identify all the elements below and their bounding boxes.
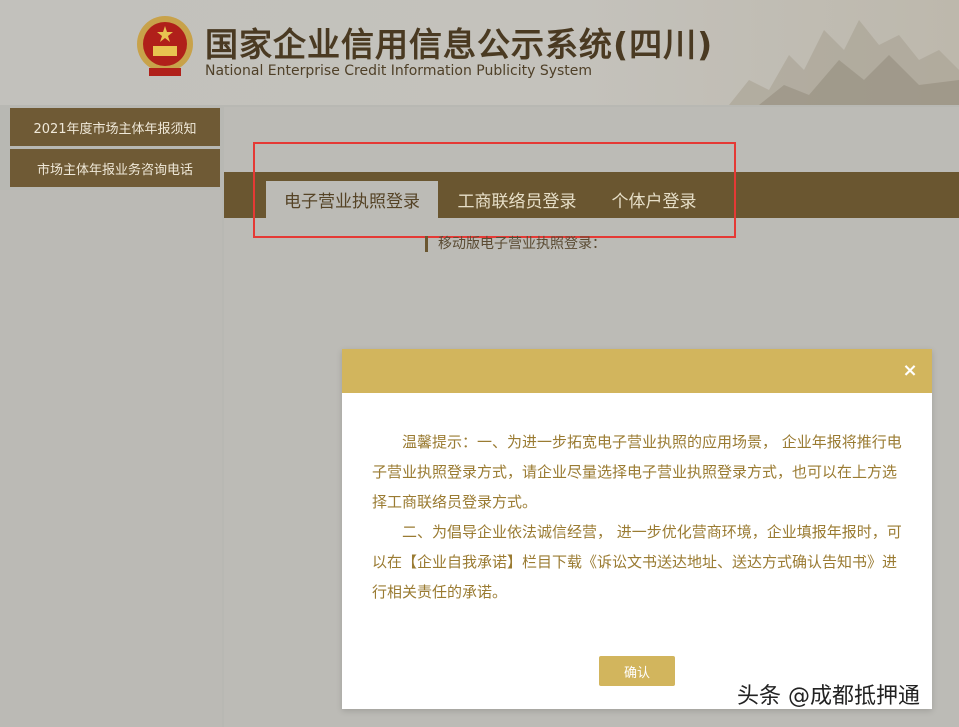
sidebar-item-annual-report-notice[interactable]: 2021年度市场主体年报须知 bbox=[10, 108, 220, 146]
modal-body: 温馨提示：一、为进一步拓宽电子营业执照的应用场景， 企业年报将推行电子营业执照登… bbox=[372, 427, 902, 607]
annotation-highlight-box bbox=[253, 142, 736, 238]
mountain-decoration bbox=[729, 20, 959, 105]
notice-modal: × 温馨提示：一、为进一步拓宽电子营业执照的应用场景， 企业年报将推行电子营业执… bbox=[342, 349, 932, 709]
site-title: 国家企业信用信息公示系统(四川) bbox=[205, 25, 714, 64]
modal-paragraph-1: 温馨提示：一、为进一步拓宽电子营业执照的应用场景， 企业年报将推行电子营业执照登… bbox=[372, 433, 902, 511]
modal-paragraph-2: 二、为倡导企业依法诚信经营， 进一步优化营商环境，企业填报年报时，可以在【企业自… bbox=[372, 523, 902, 601]
close-icon[interactable]: × bbox=[898, 359, 922, 383]
confirm-button[interactable]: 确认 bbox=[599, 656, 675, 686]
mobile-login-label: 移动版电子营业执照登录： bbox=[425, 236, 606, 252]
page-header: 国家企业信用信息公示系统(四川) National Enterprise Cre… bbox=[0, 0, 959, 105]
sidebar-item-consult-phone[interactable]: 市场主体年报业务咨询电话 bbox=[10, 149, 220, 187]
sidebar-panel bbox=[0, 190, 222, 727]
national-emblem-icon bbox=[137, 16, 193, 76]
site-subtitle: National Enterprise Credit Information P… bbox=[205, 63, 593, 79]
watermark: 头条 @成都抵押通 bbox=[737, 684, 920, 709]
modal-header bbox=[342, 349, 932, 393]
